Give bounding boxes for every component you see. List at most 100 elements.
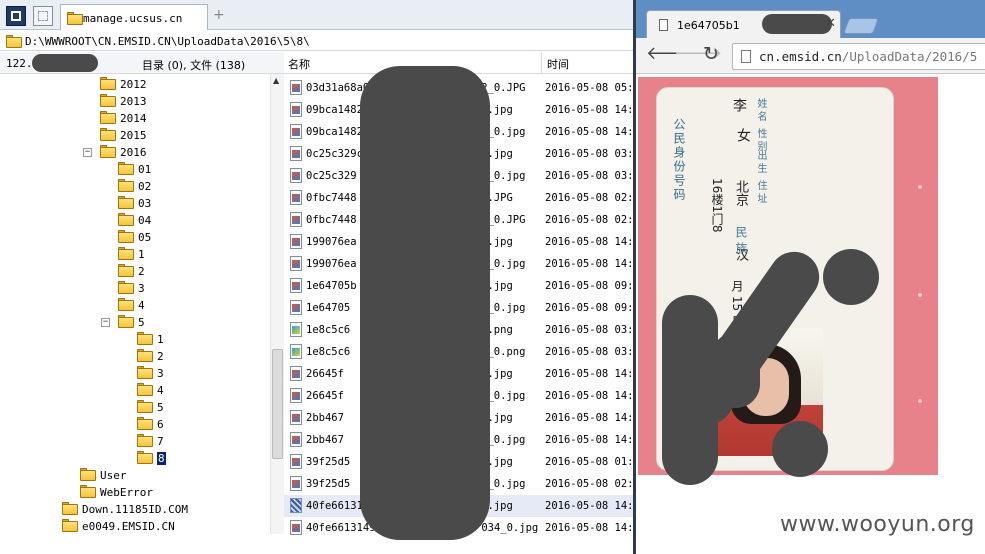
- folder-icon: [118, 162, 134, 175]
- file-name-start: 03d31a68a0: [306, 82, 370, 94]
- tree-node-label: 5: [157, 401, 164, 414]
- browser-tab[interactable]: 1e64705b1 ✕: [646, 10, 841, 40]
- redaction-mark: [32, 54, 98, 72]
- file-name-start: 40fe66131: [306, 500, 363, 512]
- tree-node-label: 4: [157, 384, 164, 397]
- file-time: 2016-05-08 03:1: [545, 148, 633, 160]
- tree-node-label: 3: [138, 282, 145, 295]
- file-name-start: 2bb467: [306, 434, 344, 446]
- new-tab-button[interactable]: [843, 18, 879, 34]
- file-name-start: 1e64705: [306, 302, 351, 314]
- tree-node-label: 1: [138, 248, 145, 261]
- folder-icon: [137, 366, 153, 379]
- folder-icon: [62, 502, 78, 515]
- file-time: 2016-05-08 02:3: [545, 192, 633, 204]
- tree-node-label: 2014: [120, 112, 147, 125]
- folder-icon: [118, 315, 134, 328]
- file-name-start: 39f25d5: [306, 478, 351, 490]
- tree-node-label: 01: [138, 163, 152, 176]
- folder-icon: [118, 247, 134, 260]
- image-file-icon: [290, 454, 302, 469]
- folder-icon: [137, 383, 153, 396]
- folder-icon: [118, 213, 134, 226]
- browser-tab-title: 1e64705b1: [677, 19, 740, 32]
- folder-icon: [137, 451, 153, 464]
- tab-manage-host[interactable]: manage.ucsus.cn: [60, 4, 208, 30]
- file-time: 2016-05-08 14:4: [545, 500, 633, 512]
- file-name-start: 1e64705b: [306, 280, 357, 292]
- tree-node-label: 3: [157, 367, 164, 380]
- close-icon[interactable]: ✕: [825, 16, 836, 31]
- tree-scrollbar[interactable]: ▲: [270, 74, 284, 534]
- image-file-icon: [290, 124, 302, 139]
- folder-icon: [118, 298, 134, 311]
- url-path: /UploadData/2016/5: [841, 49, 978, 64]
- tree-node-label: WebError: [100, 486, 153, 499]
- panel-toggle-button[interactable]: [6, 6, 26, 26]
- url-bar[interactable]: cn.emsid.cn/UploadData/2016/5: [732, 43, 985, 70]
- file-name-start: 0fbc7448: [306, 214, 357, 226]
- folder-icon: [118, 264, 134, 277]
- redaction-mark: [772, 421, 828, 477]
- folder-icon: [100, 145, 116, 158]
- column-header-name[interactable]: 名称: [288, 56, 310, 72]
- folder-icon: [137, 417, 153, 430]
- image-file-icon: [290, 300, 302, 315]
- column-header-time[interactable]: 时间: [547, 56, 569, 72]
- folder-icon: [6, 35, 22, 48]
- tree-node-label: 1: [157, 333, 164, 346]
- tab-label: manage.ucsus.cn: [83, 12, 183, 25]
- page-info-icon[interactable]: [741, 50, 751, 63]
- file-name-start: 0c25c329: [306, 170, 357, 182]
- field-address-label: 住 址: [755, 180, 766, 204]
- file-time: 2016-05-08 14:4: [545, 126, 633, 138]
- folder-icon: [80, 485, 96, 498]
- tree-node-label: 2012: [120, 78, 147, 91]
- file-name-start: 0c25c329c: [306, 148, 363, 160]
- file-name-start: 1e8c5c6: [306, 324, 351, 336]
- image-file-icon: [290, 498, 302, 513]
- reload-icon[interactable]: ↻: [703, 45, 719, 64]
- nation-value: 汉: [733, 248, 748, 261]
- tree-node-label: 05: [138, 231, 152, 244]
- address-bar[interactable]: D:\WWWROOT\CN.EMSID.CN\UploadData\2016\5…: [0, 31, 633, 51]
- scrollbar-thumb[interactable]: [272, 349, 283, 459]
- file-name-start: 26645f: [306, 368, 344, 380]
- image-file-icon: [290, 212, 302, 227]
- collapse-toggle-icon[interactable]: −: [83, 148, 92, 157]
- secondary-panel-button[interactable]: [33, 6, 53, 26]
- image-file-icon: [290, 256, 302, 271]
- browser-toolbar: 🡐 🡒 ↻ cn.emsid.cn/UploadData/2016/5: [636, 38, 985, 74]
- folder-icon: [62, 519, 78, 532]
- file-time: 2016-05-08 14:4: [545, 522, 633, 534]
- redaction-mark: [823, 249, 879, 305]
- image-file-icon: [290, 190, 302, 205]
- new-tab-plus-icon[interactable]: +: [213, 7, 225, 23]
- tree-node-label: 7: [157, 435, 164, 448]
- file-name-start: 26645f: [306, 390, 344, 402]
- host-address: 122.: [6, 57, 33, 70]
- address-path[interactable]: D:\WWWROOT\CN.EMSID.CN\UploadData\2016\5…: [25, 35, 310, 48]
- image-file-icon: [290, 432, 302, 447]
- collapse-toggle-icon[interactable]: −: [101, 318, 110, 327]
- tree-node-label: 02: [138, 180, 152, 193]
- scroll-up-arrow-icon[interactable]: ▲: [273, 76, 279, 85]
- file-time: 2016-05-08 14:2: [545, 390, 633, 402]
- field-name-label: 姓 名: [755, 98, 766, 122]
- file-time: 2016-05-08 09:2: [545, 280, 633, 292]
- url-text[interactable]: cn.emsid.cn/UploadData/2016/5: [759, 49, 977, 64]
- folder-icon: [100, 111, 116, 124]
- file-time: 2016-05-08 01:5: [545, 456, 633, 468]
- file-time: 2016-05-08 14:0: [545, 412, 633, 424]
- folder-icon: [80, 468, 96, 481]
- folder-icon: [100, 94, 116, 107]
- file-manager-window: manage.ucsus.cn + D:\WWWROOT\CN.EMSID.CN…: [0, 0, 633, 554]
- column-divider[interactable]: [541, 52, 542, 74]
- folder-icon: [67, 12, 83, 25]
- file-time: 2016-05-08 02:0: [545, 478, 633, 490]
- tree-node-label: 2: [157, 350, 164, 363]
- gender-value: 女: [735, 128, 751, 142]
- file-name-start: 1e8c5c6: [306, 346, 351, 358]
- folder-icon: [100, 128, 116, 141]
- image-file-icon: [290, 168, 302, 183]
